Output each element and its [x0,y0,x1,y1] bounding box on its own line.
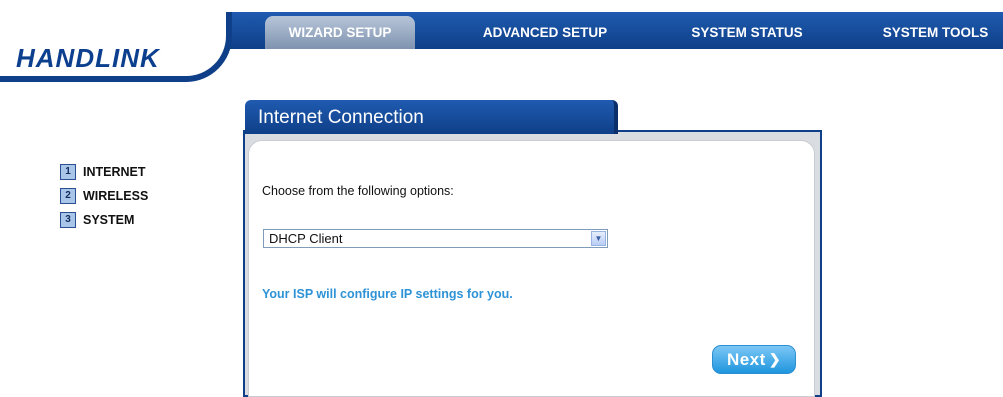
step-internet[interactable]: 1 INTERNET [60,160,148,184]
step-label: SYSTEM [83,213,135,227]
step-number: 2 [60,188,76,204]
next-button[interactable]: Next ❯ [712,345,796,374]
step-number: 1 [60,164,76,180]
panel-title: Internet Connection [258,107,424,128]
chevron-down-icon[interactable]: ▼ [591,231,606,246]
next-button-label: Next [726,349,766,369]
step-label: WIRELESS [83,189,149,203]
chevron-right-icon: ❯ [768,351,782,367]
tab-system-tools[interactable]: SYSTEM TOOLS [868,16,1003,49]
connection-type-value: DHCP Client [269,231,343,246]
step-wireless[interactable]: 2 WIRELESS [60,184,148,208]
step-system[interactable]: 3 SYSTEM [60,208,148,232]
handlink-logo: HANDLINK [16,43,160,73]
tab-system-status[interactable]: SYSTEM STATUS [672,16,822,49]
step-label: INTERNET [83,165,146,179]
connection-type-select[interactable]: DHCP Client ▼ [263,229,608,248]
tab-advanced-setup[interactable]: ADVANCED SETUP [470,16,620,49]
panel-header: Internet Connection [245,100,618,134]
step-number: 3 [60,212,76,228]
tab-wizard-setup[interactable]: WIZARD SETUP [265,16,415,49]
options-prompt: Choose from the following options: [262,184,454,198]
isp-hint-text: Your ISP will configure IP settings for … [262,287,513,301]
wizard-steps: 1 INTERNET 2 WIRELESS 3 SYSTEM [60,160,148,232]
